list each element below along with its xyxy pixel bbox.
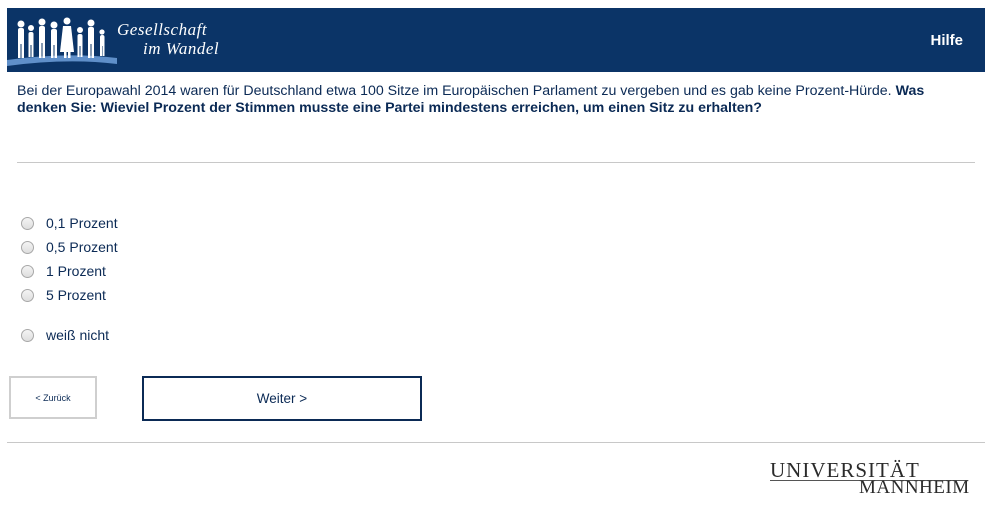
divider-top — [17, 162, 975, 163]
option-1-prozent[interactable]: 1 Prozent — [21, 262, 106, 280]
option-5-prozent[interactable]: 5 Prozent — [21, 286, 106, 304]
next-button[interactable]: Weiter > — [142, 376, 422, 421]
option-0-5-prozent[interactable]: 0,5 Prozent — [21, 238, 118, 256]
help-link[interactable]: Hilfe — [930, 32, 963, 49]
option-label[interactable]: weiß nicht — [46, 327, 109, 343]
radio-button[interactable] — [21, 216, 34, 230]
radio-button[interactable] — [21, 288, 34, 302]
option-weiss-nicht[interactable]: weiß nicht — [21, 326, 109, 344]
university-logo: UNIVERSITÄT MANNHEIM — [770, 458, 970, 498]
option-label[interactable]: 5 Prozent — [46, 287, 106, 303]
radio-button[interactable] — [21, 328, 34, 342]
university-logo-line-2: MANNHEIM — [859, 477, 970, 498]
option-0-1-prozent[interactable]: 0,1 Prozent — [21, 214, 118, 232]
option-label[interactable]: 0,1 Prozent — [46, 215, 118, 231]
brand-title: Gesellschaft im Wandel — [117, 20, 219, 58]
option-label[interactable]: 0,5 Prozent — [46, 239, 118, 255]
divider-bottom — [7, 442, 985, 443]
question-text: Bei der Europawahl 2014 waren für Deutsc… — [17, 83, 967, 117]
radio-button[interactable] — [21, 264, 34, 278]
brand-line-1: Gesellschaft — [117, 20, 208, 39]
option-label[interactable]: 1 Prozent — [46, 263, 106, 279]
question-intro: Bei der Europawahl 2014 waren für Deutsc… — [17, 83, 892, 99]
radio-button[interactable] — [21, 240, 34, 254]
header-bar: Gesellschaft im Wandel Hilfe — [7, 8, 985, 72]
back-button[interactable]: < Zurück — [9, 376, 97, 419]
people-silhouette-logo — [7, 17, 117, 66]
brand-line-2: im Wandel — [143, 39, 220, 58]
